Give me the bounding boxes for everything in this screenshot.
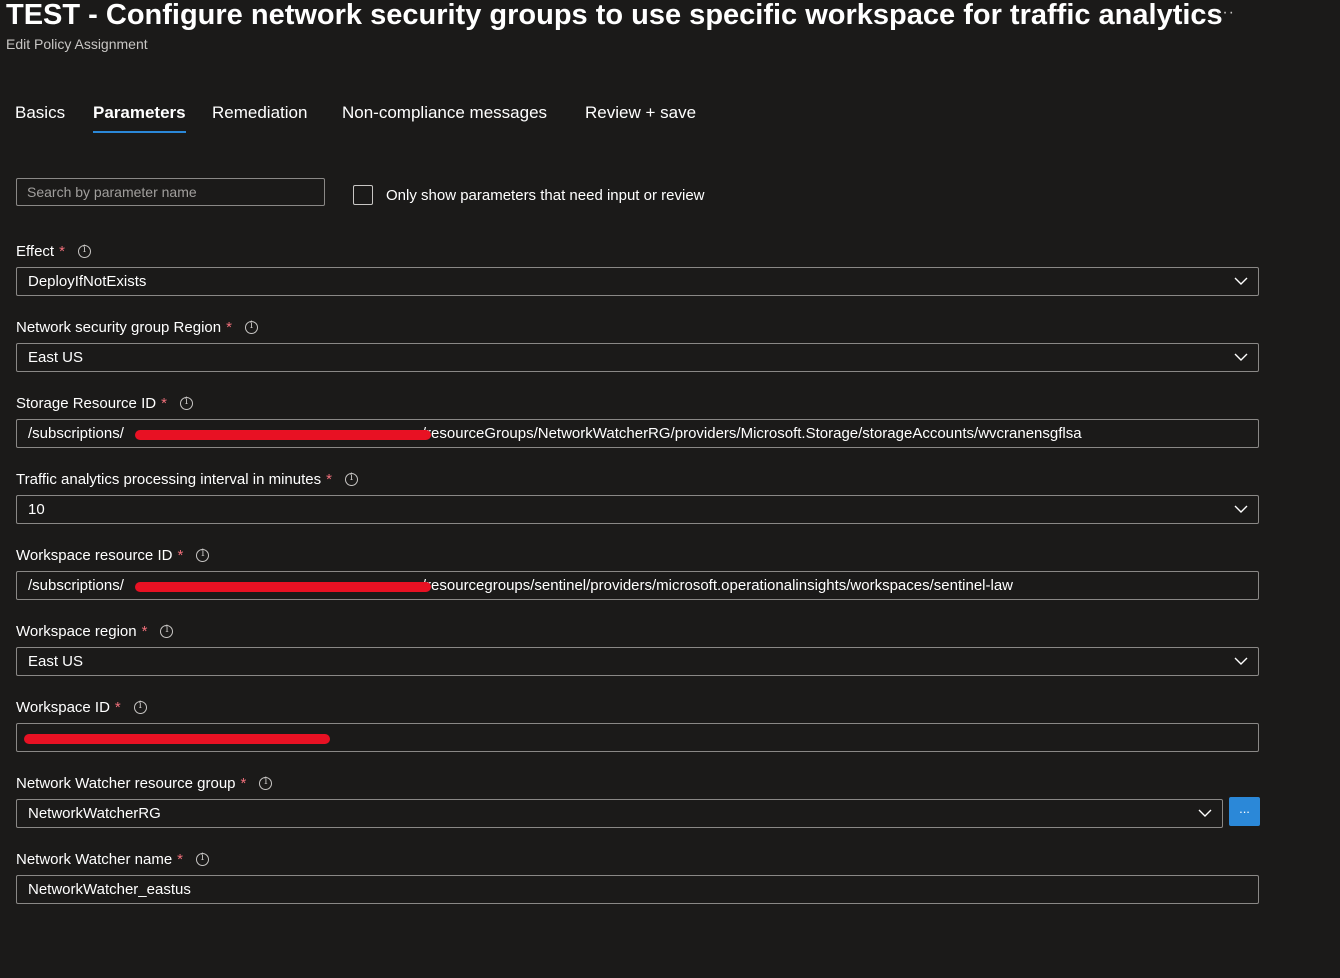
effect-label: Effect * [16, 243, 91, 260]
nw-name-label: Network Watcher name * [16, 851, 210, 868]
required-asterisk: * [240, 775, 247, 792]
needs-input-checkbox[interactable] [353, 185, 373, 205]
info-icon[interactable] [160, 624, 174, 638]
required-asterisk: * [59, 243, 65, 260]
required-asterisk: * [114, 699, 121, 716]
workspace-resource-id-label: Workspace resource ID * [16, 547, 210, 564]
required-asterisk: * [177, 547, 184, 564]
required-asterisk: * [141, 623, 148, 640]
storage-id-label-text: Storage Resource ID [16, 395, 157, 412]
workspace-region-label: Workspace region * [16, 623, 174, 640]
workspace-id-label: Workspace ID * [16, 699, 147, 716]
nsg-region-label: Network security group Region * [16, 319, 258, 336]
interval-value: 10 [28, 501, 45, 518]
interval-dropdown[interactable]: 10 [16, 495, 1259, 524]
info-icon[interactable] [133, 700, 147, 714]
workspace-region-dropdown[interactable]: East US [16, 647, 1259, 676]
tab-non-compliance-messages[interactable]: Non-compliance messages [342, 103, 547, 131]
storage-id-prefix: /subscriptions/ [28, 425, 124, 442]
effect-dropdown[interactable]: DeployIfNotExists [16, 267, 1259, 296]
workspace-region-value: East US [28, 653, 84, 670]
page-subtitle: Edit Policy Assignment [6, 36, 148, 52]
parameter-search-input[interactable] [16, 178, 325, 206]
workspace-resource-id-prefix: /subscriptions/ [28, 577, 124, 594]
interval-label: Traffic analytics processing interval in… [16, 471, 358, 488]
nw-rg-label-text: Network Watcher resource group [16, 775, 236, 792]
nw-name-value: NetworkWatcher_eastus [28, 881, 191, 898]
info-icon[interactable] [179, 396, 193, 410]
info-icon[interactable] [196, 852, 210, 866]
nsg-region-dropdown[interactable]: East US [16, 343, 1259, 372]
redaction-mark [24, 734, 330, 744]
info-icon[interactable] [259, 776, 273, 790]
needs-input-checkbox-label: Only show parameters that need input or … [386, 187, 705, 204]
tab-remediation[interactable]: Remediation [212, 103, 307, 131]
required-asterisk: * [226, 319, 232, 336]
nw-rg-value: NetworkWatcherRG [28, 805, 161, 822]
info-icon[interactable] [196, 548, 210, 562]
redaction-mark [135, 582, 431, 592]
browse-resource-group-button[interactable]: ... [1229, 797, 1260, 826]
chevron-down-icon [1234, 657, 1248, 665]
tab-basics[interactable]: Basics [15, 103, 65, 131]
info-icon[interactable] [344, 472, 358, 486]
effect-label-text: Effect [16, 243, 55, 260]
required-asterisk: * [326, 471, 332, 488]
chevron-down-icon [1234, 277, 1248, 285]
storage-id-suffix: /resourceGroups/NetworkWatcherRG/provide… [421, 425, 1082, 442]
nsg-region-value: East US [28, 349, 84, 366]
nw-name-label-text: Network Watcher name [16, 851, 173, 868]
workspace-resource-id-suffix: /resourcegroups/sentinel/providers/micro… [421, 577, 1013, 594]
nsg-region-label-text: Network security group Region [16, 319, 222, 336]
info-icon[interactable] [77, 244, 91, 258]
storage-id-label: Storage Resource ID * [16, 395, 193, 412]
nw-name-input[interactable]: NetworkWatcher_eastus [16, 875, 1259, 904]
more-options-icon[interactable]: ··· [1216, 4, 1235, 22]
interval-label-text: Traffic analytics processing interval in… [16, 471, 322, 488]
required-asterisk: * [177, 851, 184, 868]
info-icon[interactable] [244, 320, 258, 334]
effect-value: DeployIfNotExists [28, 273, 147, 290]
chevron-down-icon [1234, 353, 1248, 361]
workspace-resource-id-label-text: Workspace resource ID [16, 547, 173, 564]
page-title: TEST - Configure network security groups… [6, 0, 1223, 31]
chevron-down-icon [1234, 505, 1248, 513]
nw-rg-label: Network Watcher resource group * [16, 775, 273, 792]
nw-rg-dropdown[interactable]: NetworkWatcherRG [16, 799, 1223, 828]
tab-parameters[interactable]: Parameters [93, 103, 186, 133]
chevron-down-icon [1198, 809, 1212, 817]
redaction-mark [135, 430, 431, 440]
tab-review-save[interactable]: Review + save [585, 103, 696, 131]
workspace-id-label-text: Workspace ID [16, 699, 110, 716]
workspace-region-label-text: Workspace region [16, 623, 137, 640]
required-asterisk: * [161, 395, 167, 412]
